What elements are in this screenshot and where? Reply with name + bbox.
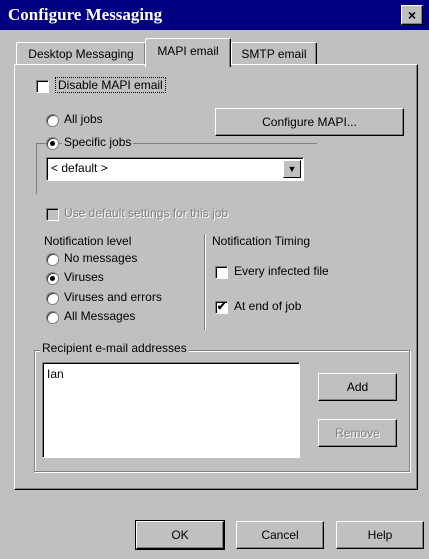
radio-selected-dot	[50, 276, 55, 281]
notification-timing-title: Notification Timing	[212, 234, 311, 248]
close-icon[interactable]: ×	[401, 5, 423, 25]
no-messages-radio[interactable]	[46, 253, 59, 266]
all-jobs-label[interactable]: All jobs	[64, 112, 103, 126]
end-of-job-checkbox[interactable]: ✔	[215, 301, 228, 314]
all-messages-radio[interactable]	[46, 311, 59, 324]
tab-mapi-email[interactable]: MAPI email	[145, 38, 231, 67]
viruses-label[interactable]: Viruses	[64, 270, 104, 284]
job-select-value: < default >	[51, 161, 108, 175]
recipients-title: Recipient e-mail addresses	[40, 341, 189, 355]
help-button[interactable]: Help	[336, 521, 424, 549]
configure-mapi-button[interactable]: Configure MAPI...	[215, 108, 404, 136]
radio-selected-dot	[50, 141, 55, 146]
every-infected-label[interactable]: Every infected file	[234, 264, 329, 278]
viruses-and-errors-label[interactable]: Viruses and errors	[64, 290, 162, 304]
notification-level-title: Notification level	[44, 234, 132, 248]
specific-jobs-label[interactable]: Specific jobs	[62, 135, 134, 149]
no-messages-label[interactable]: No messages	[64, 251, 137, 265]
end-of-job-label[interactable]: At end of job	[234, 299, 301, 313]
all-jobs-radio[interactable]	[46, 114, 59, 127]
list-item[interactable]: Ian	[47, 367, 64, 381]
chevron-down-icon[interactable]: ▼	[283, 160, 301, 178]
use-default-checkbox[interactable]	[46, 208, 59, 221]
remove-button[interactable]: Remove	[318, 419, 397, 447]
viruses-radio[interactable]	[46, 272, 59, 285]
disable-mapi-label[interactable]: Disable MAPI email	[55, 77, 166, 93]
specific-jobs-radio[interactable]	[46, 137, 59, 150]
viruses-and-errors-radio[interactable]	[46, 292, 59, 305]
every-infected-checkbox[interactable]	[215, 266, 228, 279]
use-default-label: Use default settings for this job	[64, 206, 229, 220]
job-select[interactable]: < default > ▼	[46, 157, 304, 181]
tab-smtp-email[interactable]: SMTP email	[231, 42, 317, 65]
window-title: Configure Messaging	[8, 5, 163, 24]
cancel-button[interactable]: Cancel	[236, 521, 324, 549]
add-button[interactable]: Add	[318, 373, 397, 401]
disable-mapi-checkbox[interactable]	[36, 80, 49, 93]
check-icon: ✔	[216, 301, 227, 313]
tab-desktop-messaging[interactable]: Desktop Messaging	[16, 42, 146, 65]
ok-button[interactable]: OK	[135, 520, 225, 550]
recipients-list[interactable]: Ian	[42, 362, 300, 458]
configure-messaging-dialog: Configure Messaging × Desktop Messaging …	[0, 0, 429, 559]
all-messages-label[interactable]: All Messages	[64, 309, 135, 323]
title-bar[interactable]: Configure Messaging ×	[0, 0, 429, 30]
